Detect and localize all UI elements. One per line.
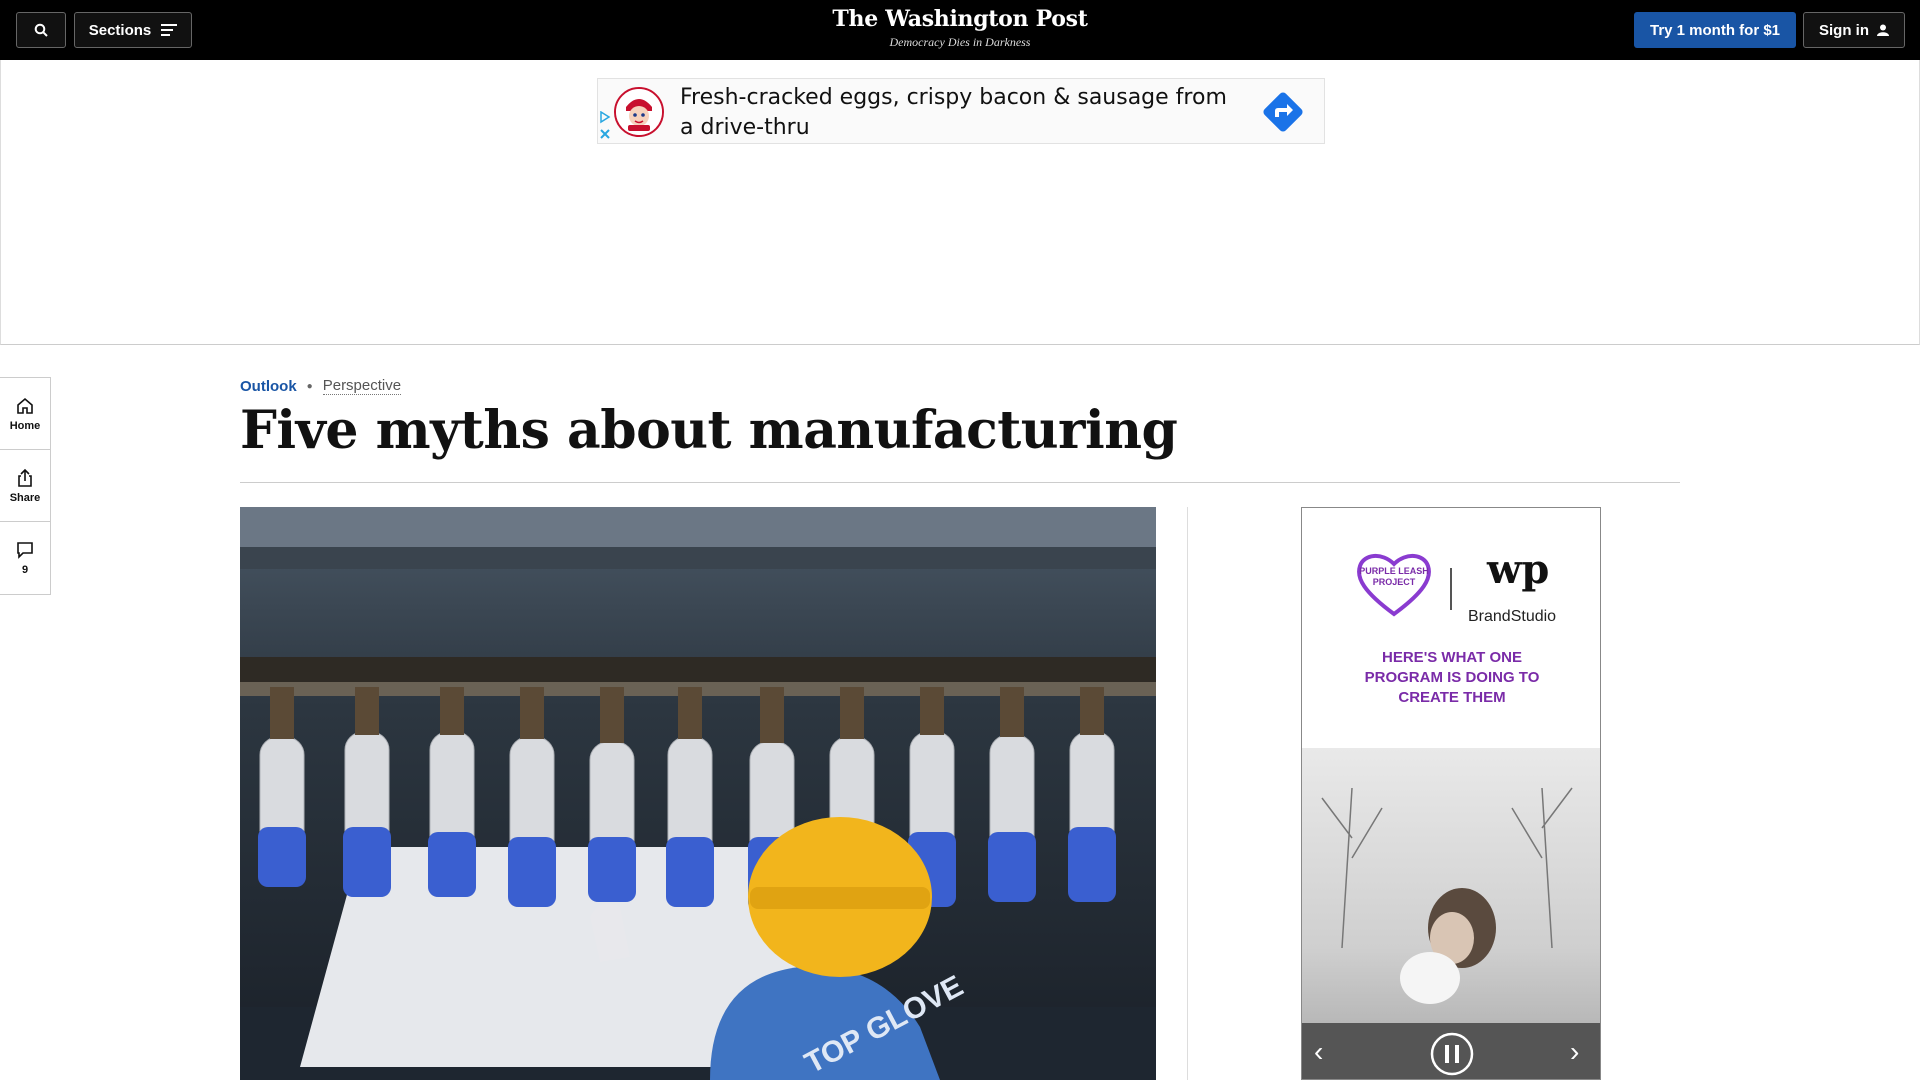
sign-in-label: Sign in	[1819, 21, 1869, 39]
home-button[interactable]: Home	[0, 378, 50, 450]
headline-divider	[240, 482, 1680, 483]
wp-logo-icon: wp	[1487, 546, 1550, 593]
article-headline: Five myths about manufacturing	[240, 400, 1178, 461]
home-icon	[17, 397, 33, 414]
hero-image: TOP GLOVE	[240, 507, 1156, 1080]
user-icon	[1877, 24, 1889, 36]
brandstudio-label: BrandStudio	[1468, 608, 1557, 625]
perspective-label[interactable]: Perspective	[322, 377, 402, 395]
comments-button[interactable]: 9	[0, 522, 50, 594]
ad-logo-text: PURPLE LEASH PROJECT	[1359, 566, 1429, 587]
section-link[interactable]: Outlook	[240, 378, 297, 395]
advertiser-logo-icon[interactable]	[614, 87, 664, 137]
ad-logo-divider	[1450, 568, 1452, 610]
side-ad[interactable]: PURPLE LEASH PROJECT wp BrandStudio HERE…	[1301, 507, 1601, 1080]
glove-factory-photo: TOP GLOVE	[240, 507, 1156, 1080]
site-tagline: Democracy Dies in Darkness	[889, 35, 1031, 49]
search-icon	[34, 23, 48, 37]
next-slide-icon[interactable]: ›	[1570, 1036, 1579, 1068]
kicker-separator: ●	[306, 380, 313, 392]
pause-icon[interactable]	[1428, 1030, 1476, 1079]
top-ad-region: Fresh-cracked eggs, crispy bacon & sausa…	[0, 60, 1920, 345]
article-kicker: Outlook ● Perspective	[240, 377, 402, 395]
search-button[interactable]	[16, 12, 66, 48]
left-action-rail: Home Share 9	[0, 377, 51, 595]
sections-label: Sections	[88, 21, 152, 39]
hamburger-icon	[161, 24, 178, 36]
prev-slide-icon[interactable]: ‹	[1314, 1036, 1323, 1068]
share-button[interactable]: Share	[0, 450, 50, 522]
share-label: Share	[9, 491, 41, 504]
column-divider	[1187, 507, 1188, 1080]
comment-icon	[17, 542, 33, 559]
side-ad-headline: HERE'S WHAT ONE PROGRAM IS DOING TO CREA…	[1364, 649, 1540, 706]
site-logo[interactable]: The Washington Post	[810, 6, 1110, 32]
directions-arrow-icon[interactable]	[1258, 87, 1308, 137]
sign-in-button[interactable]: Sign in	[1803, 12, 1905, 48]
sections-menu-button[interactable]: Sections	[74, 12, 192, 48]
comments-count: 9	[21, 564, 29, 576]
ad-banner[interactable]: Fresh-cracked eggs, crispy bacon & sausa…	[597, 78, 1325, 144]
subscribe-button[interactable]: Try 1 month for $1	[1634, 12, 1796, 48]
top-navigation-bar: Sections The Washington Post Democracy D…	[0, 0, 1920, 60]
share-icon	[18, 468, 32, 487]
ad-text[interactable]: Fresh-cracked eggs, crispy bacon & sausa…	[680, 83, 1240, 143]
ad-choices-icon[interactable]	[598, 110, 612, 143]
home-label: Home	[9, 419, 41, 432]
masthead[interactable]: The Washington Post Democracy Dies in Da…	[810, 6, 1110, 50]
